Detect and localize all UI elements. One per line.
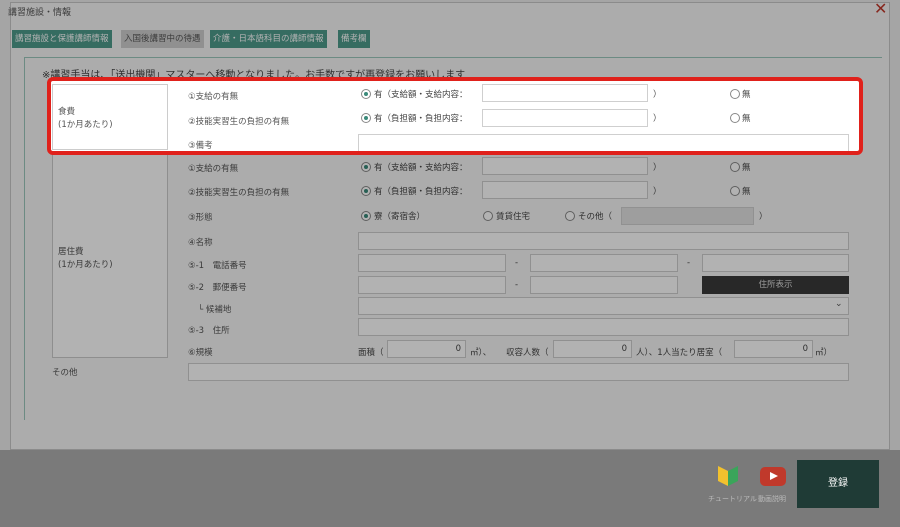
tutorial-label[interactable]: チュートリアル [708, 494, 757, 504]
video-label[interactable]: 動画説明 [758, 494, 786, 504]
footer-bar [0, 450, 900, 527]
highlight-frame [47, 77, 863, 155]
beginner-mark-icon[interactable] [717, 463, 739, 487]
register-button[interactable]: 登録 [797, 460, 879, 508]
video-play-icon[interactable] [760, 467, 786, 486]
